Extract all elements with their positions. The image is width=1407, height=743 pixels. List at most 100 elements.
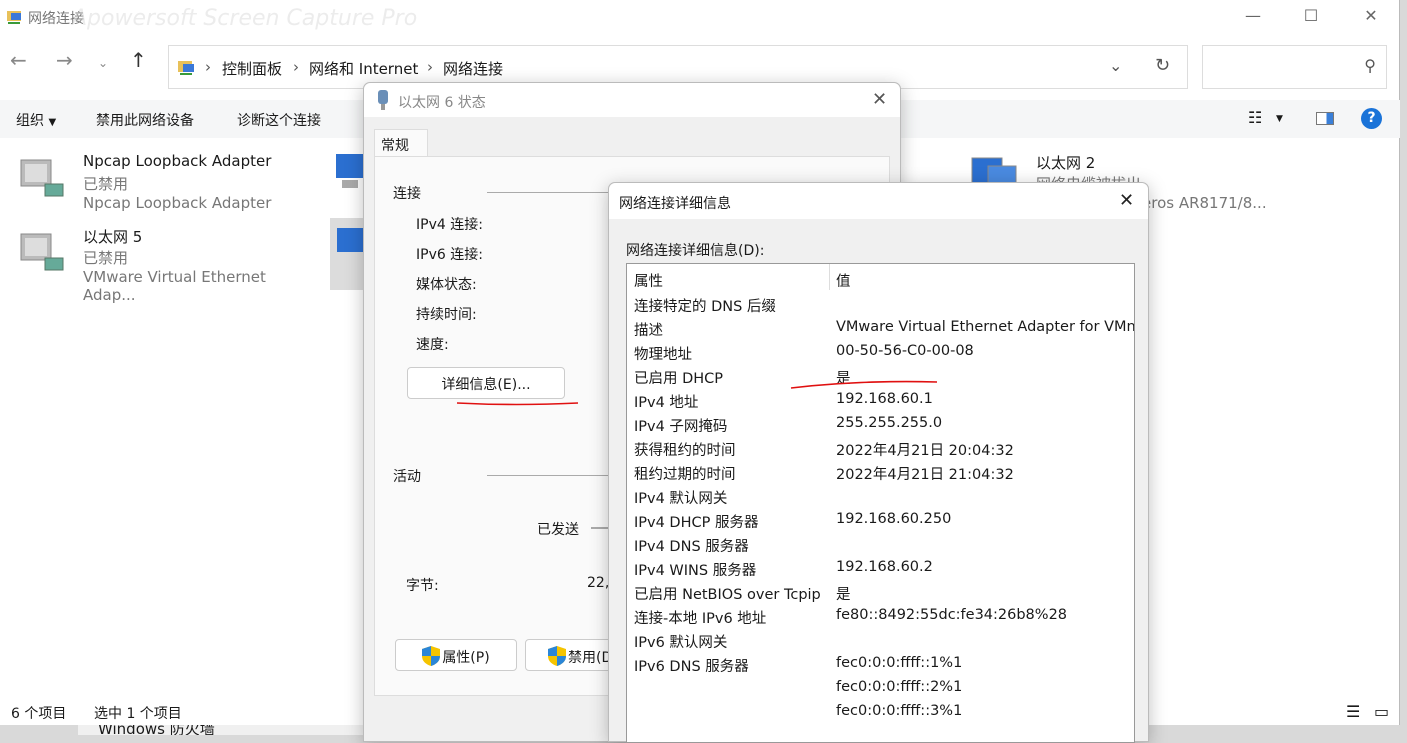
up-button[interactable]: ↑: [130, 48, 147, 72]
table-row[interactable]: 连接-本地 IPv6 地址fe80::8492:55dc:fe34:26b8%2…: [634, 604, 1134, 628]
details-list[interactable]: 属性 值 连接特定的 DNS 后缀描述VMware Virtual Ethern…: [626, 263, 1135, 743]
speed-label: 速度:: [416, 334, 449, 354]
property-cell: 获得租约的时间: [634, 439, 736, 460]
table-row[interactable]: fec0:0:0:ffff::2%1: [634, 676, 1134, 700]
close-button[interactable]: ✕: [1119, 190, 1134, 211]
disable-device-button[interactable]: 禁用此网络设备: [96, 110, 194, 130]
breadcrumb-control-panel[interactable]: 控制面板: [222, 58, 282, 79]
duration-label: 持续时间:: [416, 304, 477, 324]
maximize-button[interactable]: ☐: [1296, 6, 1326, 28]
property-cell: IPv4 默认网关: [634, 487, 727, 508]
organize-label: 组织: [16, 113, 44, 129]
item-device: eros AR8171/8...: [1142, 194, 1267, 212]
table-row[interactable]: IPv4 地址 192.168.60.1: [634, 388, 1134, 412]
table-row[interactable]: IPv4 DHCP 服务器192.168.60.250: [634, 508, 1134, 532]
close-button[interactable]: ✕: [872, 89, 887, 110]
preview-pane-icon[interactable]: [1316, 112, 1334, 125]
minimize-button[interactable]: —: [1238, 6, 1268, 28]
property-cell: IPv4 WINS 服务器: [634, 559, 756, 580]
value-cell: fe80::8492:55dc:fe34:26b8%28: [836, 607, 1067, 623]
sent-label: 已发送: [537, 519, 579, 539]
table-row[interactable]: IPv6 DNS 服务器 fec0:0:0:ffff::1%1: [634, 652, 1134, 676]
property-cell: 连接特定的 DNS 后缀: [634, 295, 776, 316]
tiles-view-icon[interactable]: ▭: [1374, 702, 1389, 721]
network-adapter-disabled-icon: [17, 156, 69, 204]
value-cell: 192.168.60.250: [836, 511, 951, 527]
property-cell: IPv6 DNS 服务器: [634, 655, 749, 676]
value-cell: VMware Virtual Ethernet Adapter for VMne…: [836, 319, 1135, 335]
view-options-icon[interactable]: ☷: [1248, 108, 1262, 127]
item-count: 6 个项目: [11, 703, 66, 723]
dialog-title-bar: 网络连接详细信息 ✕: [609, 183, 1148, 219]
forward-button[interactable]: →: [56, 48, 73, 72]
details-button[interactable]: 详细信息(E)...: [407, 367, 565, 399]
view-dropdown-icon[interactable]: ▼: [1276, 114, 1283, 124]
properties-button[interactable]: 属性(P): [395, 639, 517, 671]
table-row[interactable]: 物理地址00-50-56-C0-00-08: [634, 340, 1134, 364]
media-state-label: 媒体状态:: [416, 274, 477, 294]
property-cell: IPv4 地址: [634, 391, 698, 412]
list-item[interactable]: Npcap Loopback Adapter 已禁用 Npcap Loopbac…: [17, 150, 317, 216]
breadcrumb-network-internet[interactable]: 网络和 Internet: [309, 58, 418, 79]
property-cell: IPv4 DNS 服务器: [634, 535, 749, 556]
table-row[interactable]: IPv4 默认网关: [634, 484, 1134, 508]
ipv4-label: IPv4 连接:: [416, 214, 483, 234]
activity-group-label: 活动: [393, 466, 421, 486]
item-name: 以太网 2: [1036, 152, 1095, 173]
help-icon[interactable]: ?: [1361, 108, 1382, 129]
chevron-right-icon: ›: [427, 58, 433, 76]
control-panel-icon: [177, 58, 197, 78]
item-status: 已禁用: [83, 173, 128, 194]
title-bar: 网络连接 Apowersoft Screen Capture Pro — ☐ ✕: [0, 0, 1400, 34]
dialog-title-bar: 以太网 6 状态 ✕: [364, 83, 900, 117]
list-header: 属性 值: [627, 264, 1134, 290]
table-row[interactable]: 已启用 NetBIOS over Tcpip是: [634, 580, 1134, 604]
diagnose-button[interactable]: 诊断这个连接: [237, 110, 321, 130]
search-input[interactable]: ⚲: [1202, 45, 1387, 89]
column-divider[interactable]: [829, 264, 830, 290]
tab-general[interactable]: 常规: [374, 129, 428, 157]
connection-group-label: 连接: [393, 183, 421, 203]
selected-count: 选中 1 个项目: [94, 703, 182, 723]
chevron-right-icon: ›: [205, 58, 211, 76]
dialog-title: 网络连接详细信息: [619, 193, 731, 213]
table-row[interactable]: fec0:0:0:ffff::3%1: [634, 700, 1134, 724]
background-window: Windows 防火墙: [78, 725, 378, 735]
table-row[interactable]: IPv4 DNS 服务器: [634, 532, 1134, 556]
disable-label: 禁用(D: [568, 650, 612, 666]
value-cell: fec0:0:0:ffff::2%1: [836, 679, 962, 695]
close-button[interactable]: ✕: [1356, 6, 1386, 28]
recent-dropdown[interactable]: ⌄: [98, 56, 108, 70]
table-row[interactable]: 连接特定的 DNS 后缀: [634, 292, 1134, 316]
red-underline-annotation: [789, 376, 939, 390]
column-header-property[interactable]: 属性: [634, 270, 663, 291]
refresh-icon[interactable]: ↻: [1155, 55, 1170, 76]
list-item[interactable]: 以太网 5 已禁用 VMware Virtual Ethernet Adap..…: [17, 224, 317, 290]
breadcrumb-network-connections[interactable]: 网络连接: [443, 58, 503, 79]
organize-menu[interactable]: 组织 ▼: [16, 110, 56, 130]
details-view-icon[interactable]: ☰: [1346, 702, 1360, 721]
table-row[interactable]: 描述VMware Virtual Ethernet Adapter for VM…: [634, 316, 1134, 340]
value-cell: fec0:0:0:ffff::1%1: [836, 655, 962, 671]
table-row[interactable]: IPv4 WINS 服务器192.168.60.2: [634, 556, 1134, 580]
property-cell: 已启用 DHCP: [634, 367, 723, 388]
ipv6-label: IPv6 连接:: [416, 244, 483, 264]
network-adapter-icon: [335, 224, 365, 264]
column-header-value[interactable]: 值: [836, 270, 851, 291]
table-row[interactable]: IPv4 子网掩码255.255.255.0: [634, 412, 1134, 436]
dropdown-arrow-icon: ▼: [48, 117, 56, 128]
property-cell: 已启用 NetBIOS over Tcpip: [634, 583, 821, 604]
uac-shield-icon: [548, 646, 566, 666]
value-cell: 192.168.60.1: [836, 391, 933, 407]
table-row[interactable]: IPv6 默认网关: [634, 628, 1134, 652]
property-cell: 租约过期的时间: [634, 463, 736, 484]
properties-label: 属性(P): [442, 650, 489, 666]
search-icon: ⚲: [1364, 56, 1376, 75]
chevron-down-icon[interactable]: ⌄: [1109, 56, 1122, 75]
back-button[interactable]: ←: [10, 48, 27, 72]
uac-shield-icon: [422, 646, 440, 666]
value-cell: 00-50-56-C0-00-08: [836, 343, 974, 359]
red-underline-annotation: [455, 399, 580, 407]
table-row[interactable]: 租约过期的时间2022年4月21日 21:04:32: [634, 460, 1134, 484]
table-row[interactable]: 获得租约的时间2022年4月21日 20:04:32: [634, 436, 1134, 460]
